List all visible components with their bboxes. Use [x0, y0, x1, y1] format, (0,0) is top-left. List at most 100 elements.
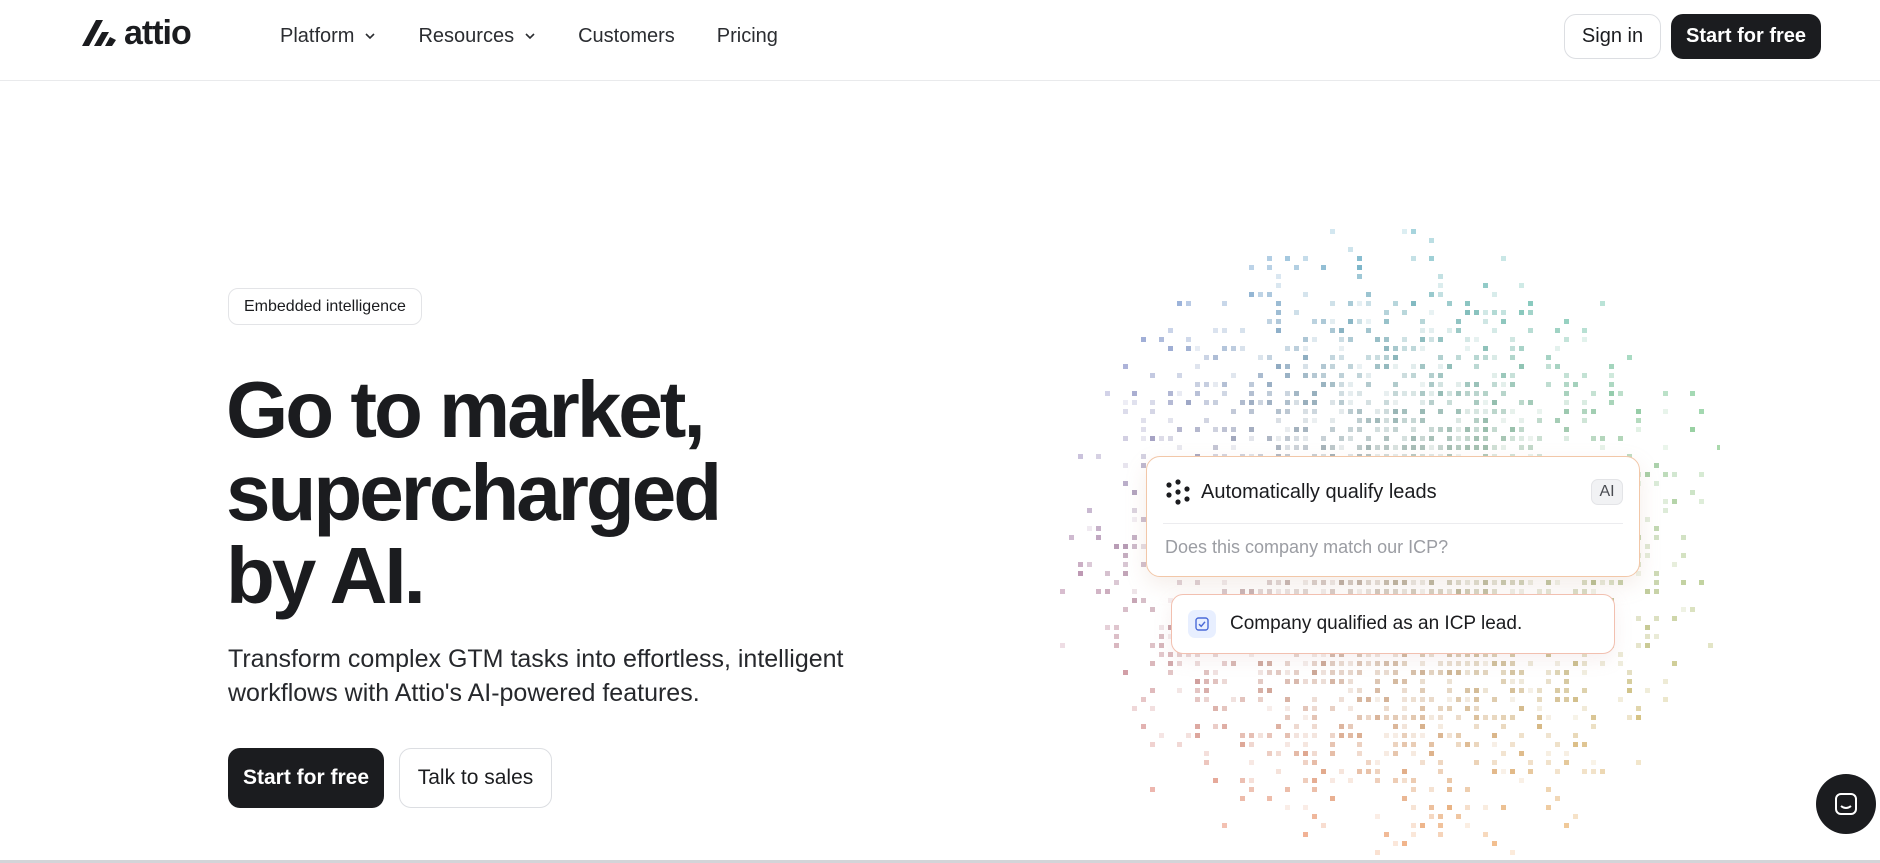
field-pixel — [1249, 787, 1254, 792]
nav-resources[interactable]: Resources — [418, 22, 536, 50]
field-pixel — [1411, 670, 1416, 675]
field-pixel — [1348, 301, 1353, 306]
field-pixel — [1465, 787, 1470, 792]
field-pixel — [1492, 310, 1497, 315]
field-pixel — [1375, 661, 1380, 666]
field-pixel — [1348, 778, 1353, 783]
start-for-free-header-button[interactable]: Start for free — [1671, 14, 1821, 59]
field-pixel — [1519, 778, 1524, 783]
field-pixel — [1636, 427, 1641, 432]
field-pixel — [1312, 715, 1317, 720]
field-pixel — [1411, 418, 1416, 423]
field-pixel — [1132, 391, 1137, 396]
field-pixel — [1519, 580, 1524, 585]
field-pixel — [1366, 400, 1371, 405]
field-pixel — [1366, 355, 1371, 360]
field-pixel — [1402, 688, 1407, 693]
field-pixel — [1636, 418, 1641, 423]
field-pixel — [1492, 292, 1497, 297]
field-pixel — [1564, 427, 1569, 432]
field-pixel — [1564, 373, 1569, 378]
nav-pricing[interactable]: Pricing — [717, 22, 778, 50]
field-pixel — [1348, 400, 1353, 405]
field-pixel — [1213, 427, 1218, 432]
field-pixel — [1375, 760, 1380, 765]
field-pixel — [1420, 346, 1425, 351]
field-pixel — [1168, 418, 1173, 423]
field-pixel — [1393, 580, 1398, 585]
field-pixel — [1555, 796, 1560, 801]
field-pixel — [1393, 841, 1398, 846]
field-pixel — [1474, 445, 1479, 450]
headline-line-2: supercharged — [226, 448, 722, 537]
field-pixel — [1456, 742, 1461, 747]
field-pixel — [1141, 697, 1146, 702]
field-pixel — [1303, 364, 1308, 369]
field-pixel — [1438, 409, 1443, 414]
headline-line-3: by AI. — [226, 531, 426, 620]
field-pixel — [1582, 706, 1587, 711]
field-pixel — [1420, 400, 1425, 405]
nav-platform[interactable]: Platform — [280, 22, 376, 50]
field-pixel — [1303, 337, 1308, 342]
field-pixel — [1690, 427, 1695, 432]
attio-logo[interactable]: attio — [80, 16, 192, 50]
field-pixel — [1366, 436, 1371, 441]
field-pixel — [1357, 301, 1362, 306]
field-pixel — [1564, 391, 1569, 396]
field-pixel — [1159, 652, 1164, 657]
field-pixel — [1492, 697, 1497, 702]
field-pixel — [1402, 337, 1407, 342]
chat-launcher-button[interactable] — [1816, 774, 1876, 834]
ai-attribute-card[interactable]: Automatically qualify leads AI Does this… — [1146, 456, 1640, 577]
sign-in-button[interactable]: Sign in — [1564, 14, 1661, 59]
talk-to-sales-button[interactable]: Talk to sales — [399, 748, 552, 808]
field-pixel — [1564, 760, 1569, 765]
field-pixel — [1483, 580, 1488, 585]
field-pixel — [1420, 706, 1425, 711]
field-pixel — [1474, 706, 1479, 711]
field-pixel — [1600, 580, 1605, 585]
field-pixel — [1447, 778, 1452, 783]
field-pixel — [1438, 724, 1443, 729]
field-pixel — [1168, 346, 1173, 351]
field-pixel — [1330, 679, 1335, 684]
field-pixel — [1366, 697, 1371, 702]
field-pixel — [1492, 715, 1497, 720]
field-pixel — [1375, 409, 1380, 414]
field-pixel — [1672, 562, 1677, 567]
start-for-free-button[interactable]: Start for free — [228, 748, 384, 808]
field-pixel — [1645, 472, 1650, 477]
field-pixel — [1069, 535, 1074, 540]
field-pixel — [1150, 787, 1155, 792]
nav-pricing-label: Pricing — [716, 24, 778, 47]
field-pixel — [1312, 409, 1317, 414]
field-pixel — [1321, 823, 1326, 828]
field-pixel — [1510, 850, 1515, 855]
field-pixel — [1465, 580, 1470, 585]
field-pixel — [1654, 571, 1659, 576]
field-pixel — [1294, 724, 1299, 729]
field-pixel — [1456, 715, 1461, 720]
field-pixel — [1258, 679, 1263, 684]
field-pixel — [1465, 688, 1470, 693]
field-pixel — [1141, 454, 1146, 459]
field-pixel — [1267, 733, 1272, 738]
field-pixel — [1591, 409, 1596, 414]
field-pixel — [1528, 445, 1533, 450]
field-pixel — [1240, 328, 1245, 333]
field-pixel — [1339, 328, 1344, 333]
field-pixel — [1384, 733, 1389, 738]
field-pixel — [1429, 292, 1434, 297]
field-pixel — [1060, 643, 1065, 648]
field-pixel — [1456, 814, 1461, 819]
field-pixel — [1465, 346, 1470, 351]
nav-customers[interactable]: Customers — [578, 22, 675, 50]
field-pixel — [1339, 400, 1344, 405]
field-pixel — [1285, 697, 1290, 702]
field-pixel — [1186, 733, 1191, 738]
field-pixel — [1150, 436, 1155, 441]
field-pixel — [1132, 508, 1137, 513]
field-pixel — [1420, 733, 1425, 738]
field-pixel — [1222, 679, 1227, 684]
